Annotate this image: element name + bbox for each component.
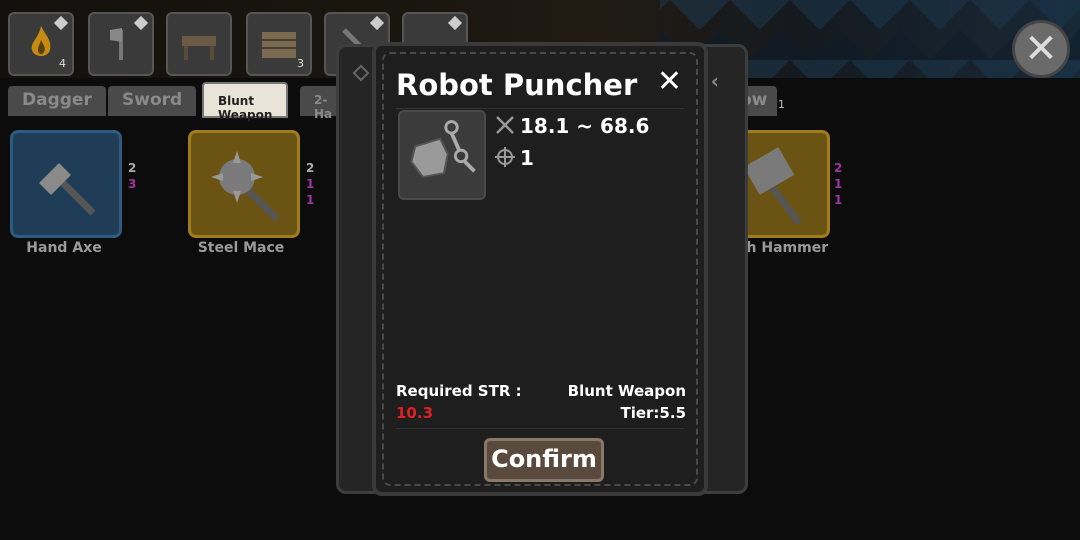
slot-flame[interactable]: 4 bbox=[8, 12, 74, 76]
item-title: Robot Puncher bbox=[396, 68, 638, 102]
chevron-icon: ‹ bbox=[710, 69, 719, 93]
required-str-value: 10.3 bbox=[396, 404, 434, 422]
axe-icon bbox=[110, 28, 123, 60]
slot-axe[interactable] bbox=[88, 12, 154, 76]
slot-workbench[interactable] bbox=[166, 12, 232, 76]
close-modal-button[interactable]: ✕ bbox=[657, 64, 682, 99]
slot-chest[interactable]: 3 bbox=[246, 12, 312, 76]
damage-stat: 18.1 ~ 68.6 bbox=[494, 114, 649, 138]
weapon-label: Hand Axe bbox=[26, 240, 102, 256]
slot-count: 4 bbox=[59, 57, 66, 70]
tab-badge: 1 bbox=[778, 98, 785, 111]
flame-icon bbox=[31, 26, 51, 56]
tab-dagger[interactable]: Dagger bbox=[8, 86, 106, 116]
gem-icon bbox=[447, 15, 463, 31]
required-str-label: Required STR : bbox=[396, 382, 522, 400]
hammer-stats: 2 1 1 bbox=[834, 161, 843, 207]
weapon-type: Blunt Weapon bbox=[567, 382, 686, 400]
chest-icon bbox=[262, 32, 296, 58]
close-inventory-button[interactable]: ✕ bbox=[1012, 20, 1070, 78]
range-stat: 1 bbox=[494, 146, 534, 170]
weapon-card-hand-axe[interactable] bbox=[10, 130, 122, 238]
diamond-icon bbox=[352, 64, 370, 82]
weapon-tier: Tier:5.5 bbox=[620, 404, 686, 422]
steel-mace-stats: 2 1 1 bbox=[306, 161, 315, 207]
item-detail-modal: Robot Puncher ✕ 18.1 ~ 68.6 1 Required S… bbox=[372, 42, 708, 496]
crosshair-icon bbox=[495, 147, 515, 167]
steel-mace-icon bbox=[211, 151, 280, 222]
divider bbox=[396, 428, 684, 429]
weapon-label: Steel Mace bbox=[197, 240, 285, 256]
damage-value: 18.1 ~ 68.6 bbox=[520, 114, 650, 138]
crossed-swords-icon bbox=[496, 116, 514, 134]
workbench-icon bbox=[182, 36, 216, 60]
tab-blunt-weapon[interactable]: Blunt Weapon bbox=[202, 82, 289, 122]
slot-count: 3 bbox=[297, 57, 304, 70]
tab-sword[interactable]: Sword bbox=[108, 86, 197, 116]
hand-axe-icon bbox=[39, 163, 96, 216]
item-icon-box bbox=[398, 110, 486, 200]
range-value: 1 bbox=[520, 146, 534, 170]
hand-axe-stats: 2 3 bbox=[128, 161, 137, 191]
robot-fist-icon bbox=[410, 120, 476, 178]
divider bbox=[396, 108, 684, 109]
confirm-button[interactable]: Confirm bbox=[484, 438, 604, 482]
weapon-card-steel-mace[interactable] bbox=[188, 130, 300, 238]
